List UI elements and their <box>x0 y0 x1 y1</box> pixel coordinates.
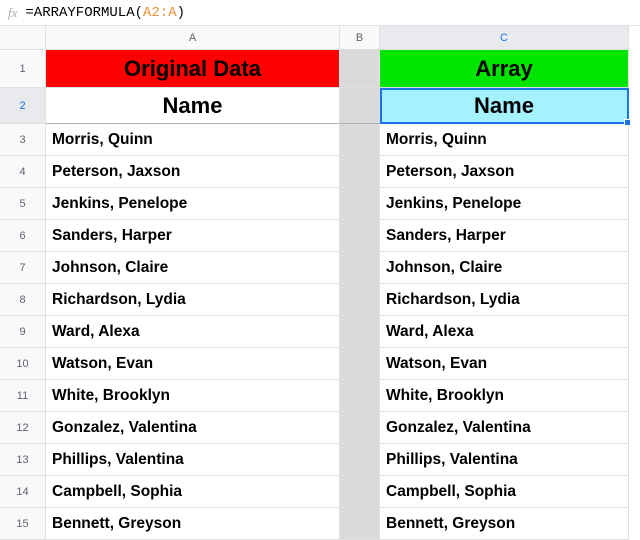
table-row: 3Morris, QuinnMorris, Quinn <box>0 124 640 156</box>
table-row: 10Watson, EvanWatson, Evan <box>0 348 640 380</box>
formula-ref: A2:A <box>143 5 177 21</box>
cell-c[interactable]: Ward, Alexa <box>380 316 629 348</box>
row-header[interactable]: 10 <box>0 348 46 380</box>
table-row: 7Johnson, ClaireJohnson, Claire <box>0 252 640 284</box>
row-header[interactable]: 12 <box>0 412 46 444</box>
table-row: 15Bennett, GreysonBennett, Greyson <box>0 508 640 540</box>
select-all-corner[interactable] <box>0 26 46 50</box>
row-header[interactable]: 5 <box>0 188 46 220</box>
col-header-a[interactable]: A <box>46 26 340 50</box>
formula-bar: fx =ARRAYFORMULA(A2:A) <box>0 0 640 26</box>
cell-b[interactable] <box>340 508 380 540</box>
spreadsheet-grid: A B C 1 Original Data Array 2 Name Name … <box>0 26 640 540</box>
table-row: 4Peterson, JaxsonPeterson, Jaxson <box>0 156 640 188</box>
cell-b[interactable] <box>340 156 380 188</box>
table-row: 11White, BrooklynWhite, Brooklyn <box>0 380 640 412</box>
fx-icon: fx <box>8 5 17 21</box>
cell-a[interactable]: Phillips, Valentina <box>46 444 340 476</box>
table-row: 14Campbell, SophiaCampbell, Sophia <box>0 476 640 508</box>
cell-a[interactable]: White, Brooklyn <box>46 380 340 412</box>
table-row: 8Richardson, LydiaRichardson, Lydia <box>0 284 640 316</box>
row-header[interactable]: 7 <box>0 252 46 284</box>
formula-open: ( <box>135 5 143 21</box>
row-header[interactable]: 13 <box>0 444 46 476</box>
cell-a2[interactable]: Name <box>46 88 340 124</box>
table-row: 9Ward, AlexaWard, Alexa <box>0 316 640 348</box>
row-header[interactable]: 11 <box>0 380 46 412</box>
row-header[interactable]: 8 <box>0 284 46 316</box>
cell-b[interactable] <box>340 444 380 476</box>
cell-c[interactable]: Richardson, Lydia <box>380 284 629 316</box>
formula-close: ) <box>177 5 185 21</box>
cell-c[interactable]: Bennett, Greyson <box>380 508 629 540</box>
row-header[interactable]: 14 <box>0 476 46 508</box>
cell-c[interactable]: Watson, Evan <box>380 348 629 380</box>
row-header[interactable]: 3 <box>0 124 46 156</box>
cell-a[interactable]: Richardson, Lydia <box>46 284 340 316</box>
cell-b[interactable] <box>340 124 380 156</box>
row-header-2[interactable]: 2 <box>0 88 46 124</box>
row-header[interactable]: 9 <box>0 316 46 348</box>
row-header[interactable]: 15 <box>0 508 46 540</box>
cell-a[interactable]: Sanders, Harper <box>46 220 340 252</box>
cell-b[interactable] <box>340 188 380 220</box>
cell-b[interactable] <box>340 220 380 252</box>
formula-fn: ARRAYFORMULA <box>34 5 135 21</box>
rows-container: 1 Original Data Array 2 Name Name 3Morri… <box>0 50 640 540</box>
cell-b2[interactable] <box>340 88 380 124</box>
table-row: 1 Original Data Array <box>0 50 640 88</box>
cell-b[interactable] <box>340 316 380 348</box>
table-row: 2 Name Name <box>0 88 640 124</box>
cell-b[interactable] <box>340 380 380 412</box>
row-header-1[interactable]: 1 <box>0 50 46 88</box>
table-row: 13Phillips, ValentinaPhillips, Valentina <box>0 444 640 476</box>
cell-a[interactable]: Watson, Evan <box>46 348 340 380</box>
col-header-c[interactable]: C <box>380 26 629 50</box>
formula-input[interactable]: =ARRAYFORMULA(A2:A) <box>25 5 640 21</box>
cell-b[interactable] <box>340 412 380 444</box>
cell-c[interactable]: Sanders, Harper <box>380 220 629 252</box>
row-header[interactable]: 6 <box>0 220 46 252</box>
table-row: 5Jenkins, PenelopeJenkins, Penelope <box>0 188 640 220</box>
cell-a[interactable]: Peterson, Jaxson <box>46 156 340 188</box>
cell-a[interactable]: Gonzalez, Valentina <box>46 412 340 444</box>
cell-c[interactable]: Phillips, Valentina <box>380 444 629 476</box>
row-header[interactable]: 4 <box>0 156 46 188</box>
cell-c[interactable]: Campbell, Sophia <box>380 476 629 508</box>
cell-a[interactable]: Morris, Quinn <box>46 124 340 156</box>
cell-a[interactable]: Campbell, Sophia <box>46 476 340 508</box>
cell-c[interactable]: Johnson, Claire <box>380 252 629 284</box>
cell-b[interactable] <box>340 348 380 380</box>
cell-b1[interactable] <box>340 50 380 88</box>
table-row: 6Sanders, HarperSanders, Harper <box>0 220 640 252</box>
formula-eq: = <box>25 5 33 21</box>
cell-c[interactable]: White, Brooklyn <box>380 380 629 412</box>
cell-c[interactable]: Peterson, Jaxson <box>380 156 629 188</box>
cell-a[interactable]: Ward, Alexa <box>46 316 340 348</box>
column-headers: A B C <box>46 26 640 50</box>
col-header-b[interactable]: B <box>340 26 380 50</box>
cell-c[interactable]: Jenkins, Penelope <box>380 188 629 220</box>
cell-a[interactable]: Jenkins, Penelope <box>46 188 340 220</box>
cell-b[interactable] <box>340 476 380 508</box>
cell-b[interactable] <box>340 284 380 316</box>
cell-a[interactable]: Bennett, Greyson <box>46 508 340 540</box>
cell-a1[interactable]: Original Data <box>46 50 340 88</box>
cell-a[interactable]: Johnson, Claire <box>46 252 340 284</box>
cell-b[interactable] <box>340 252 380 284</box>
cell-c2-selected[interactable]: Name <box>380 88 629 124</box>
cell-c1[interactable]: Array <box>380 50 629 88</box>
table-row: 12Gonzalez, ValentinaGonzalez, Valentina <box>0 412 640 444</box>
cell-c[interactable]: Gonzalez, Valentina <box>380 412 629 444</box>
cell-c[interactable]: Morris, Quinn <box>380 124 629 156</box>
